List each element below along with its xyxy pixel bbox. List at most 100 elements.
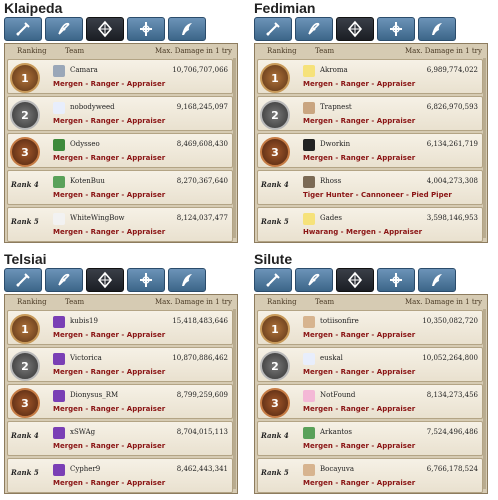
team-avatar	[303, 353, 315, 365]
team-name: Victorica	[70, 354, 102, 362]
tab-bow[interactable]	[295, 17, 333, 41]
tab-sword[interactable]	[4, 268, 42, 292]
team-avatar	[53, 353, 65, 365]
table-row: 1 Camara 10,706,707,066 Mergen - Ranger - A…	[7, 59, 233, 94]
wing-icon	[182, 274, 192, 286]
max-damage: 10,350,082,720	[422, 317, 478, 325]
shield-icon	[97, 20, 113, 38]
sword-icon	[16, 22, 30, 36]
bow-icon	[308, 273, 320, 286]
tab-shield[interactable]	[86, 268, 124, 292]
rank-badge: 1	[260, 63, 290, 93]
team-name: Camara	[70, 66, 98, 74]
region-telsiai: Telsiai Ranking Team Max. Damage in 1 try 1 k…	[0, 251, 244, 500]
table-row: 1 Akroma 6,989,774,022 Mergen - Ranger - Ap…	[257, 59, 483, 94]
team-name: Gades	[320, 214, 342, 222]
tab-wing[interactable]	[418, 17, 456, 41]
team-name: Trapnest	[320, 103, 352, 111]
tab-staff[interactable]	[377, 268, 415, 292]
tab-wing[interactable]	[418, 268, 456, 292]
staff-icon	[140, 273, 152, 287]
max-damage: 8,704,015,113	[176, 428, 228, 436]
rank-badge: 2	[260, 100, 290, 130]
table-row: 2 euskal 10,052,264,800 Mergen - Ranger - A…	[257, 347, 483, 382]
region-silute: Silute Ranking Team Max. Damage in 1 try 1 to…	[250, 251, 494, 500]
team-avatar	[303, 316, 315, 328]
class-build: Mergen - Ranger - Appraiser	[53, 154, 166, 162]
team-avatar	[303, 139, 315, 151]
header-damage: Max. Damage in 1 try	[155, 47, 232, 55]
max-damage: 8,270,367,640	[176, 177, 228, 185]
class-build: Mergen - Ranger - Appraiser	[53, 80, 166, 88]
team-name: NotFound	[320, 391, 356, 399]
tab-staff[interactable]	[127, 268, 165, 292]
table-row: 1 totiisonfire 10,350,082,720 Mergen - Rang…	[257, 310, 483, 345]
tab-shield[interactable]	[336, 17, 374, 41]
team-name: Dworkin	[320, 140, 351, 148]
rank-badge: 1	[260, 314, 290, 344]
scrollbar[interactable]	[483, 309, 486, 489]
table-row: Rank 4 Arkantos 7,524,496,486 Mergen - Rang…	[257, 421, 483, 456]
class-build: Mergen - Ranger - Appraiser	[53, 479, 166, 487]
tab-bow[interactable]	[295, 268, 333, 292]
bow-icon	[58, 22, 70, 35]
tab-sword[interactable]	[254, 17, 292, 41]
class-build: Mergen - Ranger - Appraiser	[303, 331, 416, 339]
class-tabs	[4, 268, 206, 292]
table-row: Rank 5 Bocayuva 6,766,178,524 Mergen - Rang…	[257, 458, 483, 493]
rank-badge: 2	[260, 351, 290, 381]
rank-badge: 2	[10, 100, 40, 130]
team-name: kubis19	[70, 317, 98, 325]
max-damage: 15,418,483,646	[172, 317, 228, 325]
table-row: 3 Dionysus_RM 8,799,259,609 Mergen - Ranger…	[7, 384, 233, 419]
max-damage: 6,989,774,022	[426, 66, 478, 74]
tab-shield[interactable]	[86, 17, 124, 41]
staff-icon	[140, 22, 152, 36]
header-damage: Max. Damage in 1 try	[405, 298, 482, 306]
team-avatar	[303, 176, 315, 188]
team-name: Akroma	[320, 66, 348, 74]
table-header: Ranking Team Max. Damage in 1 try	[5, 295, 237, 309]
tab-bow[interactable]	[45, 268, 83, 292]
team-name: euskal	[320, 354, 343, 362]
team-avatar	[303, 427, 315, 439]
tab-staff[interactable]	[377, 17, 415, 41]
class-build: Mergen - Ranger - Appraiser	[303, 368, 416, 376]
scrollbar[interactable]	[233, 58, 236, 238]
max-damage: 8,462,443,341	[176, 465, 228, 473]
team-avatar	[53, 213, 65, 225]
class-build: Mergen - Ranger - Appraiser	[53, 228, 166, 236]
region-klaipeda: Klaipeda Ranking Team Max. Damage in 1 try 1…	[0, 0, 244, 249]
team-avatar	[53, 102, 65, 114]
table-row: 2 Victorica 10,870,886,462 Mergen - Ranger …	[7, 347, 233, 382]
rank-badge: 3	[10, 137, 40, 167]
team-name: totiisonfire	[320, 317, 359, 325]
tab-bow[interactable]	[45, 17, 83, 41]
team-name: WhiteWingBow	[70, 214, 125, 222]
header-team: Team	[315, 47, 335, 55]
tab-wing[interactable]	[168, 268, 206, 292]
staff-icon	[390, 22, 402, 36]
rank-badge: 3	[260, 388, 290, 418]
tab-sword[interactable]	[254, 268, 292, 292]
class-build: Mergen - Ranger - Appraiser	[53, 368, 166, 376]
scrollbar[interactable]	[483, 58, 486, 238]
class-build: Mergen - Ranger - Appraiser	[53, 405, 166, 413]
tab-sword[interactable]	[4, 17, 42, 41]
team-avatar	[53, 65, 65, 77]
rank-badge: Rank 4	[261, 180, 289, 189]
team-avatar	[303, 213, 315, 225]
table-row: 3 NotFound 8,134,273,456 Mergen - Ranger - …	[257, 384, 483, 419]
rank-badge: Rank 5	[261, 217, 289, 226]
rank-badge: 1	[10, 63, 40, 93]
max-damage: 6,134,261,719	[426, 140, 478, 148]
table-header: Ranking Team Max. Damage in 1 try	[255, 44, 487, 58]
tab-wing[interactable]	[168, 17, 206, 41]
table-row: Rank 5 Cypher9 8,462,443,341 Mergen - Range…	[7, 458, 233, 493]
tab-staff[interactable]	[127, 17, 165, 41]
rank-badge: Rank 4	[261, 431, 289, 440]
sword-icon	[266, 22, 280, 36]
tab-shield[interactable]	[336, 268, 374, 292]
class-build: Tiger Hunter - Cannoneer - Pied Piper	[303, 191, 452, 199]
scrollbar[interactable]	[233, 309, 236, 489]
